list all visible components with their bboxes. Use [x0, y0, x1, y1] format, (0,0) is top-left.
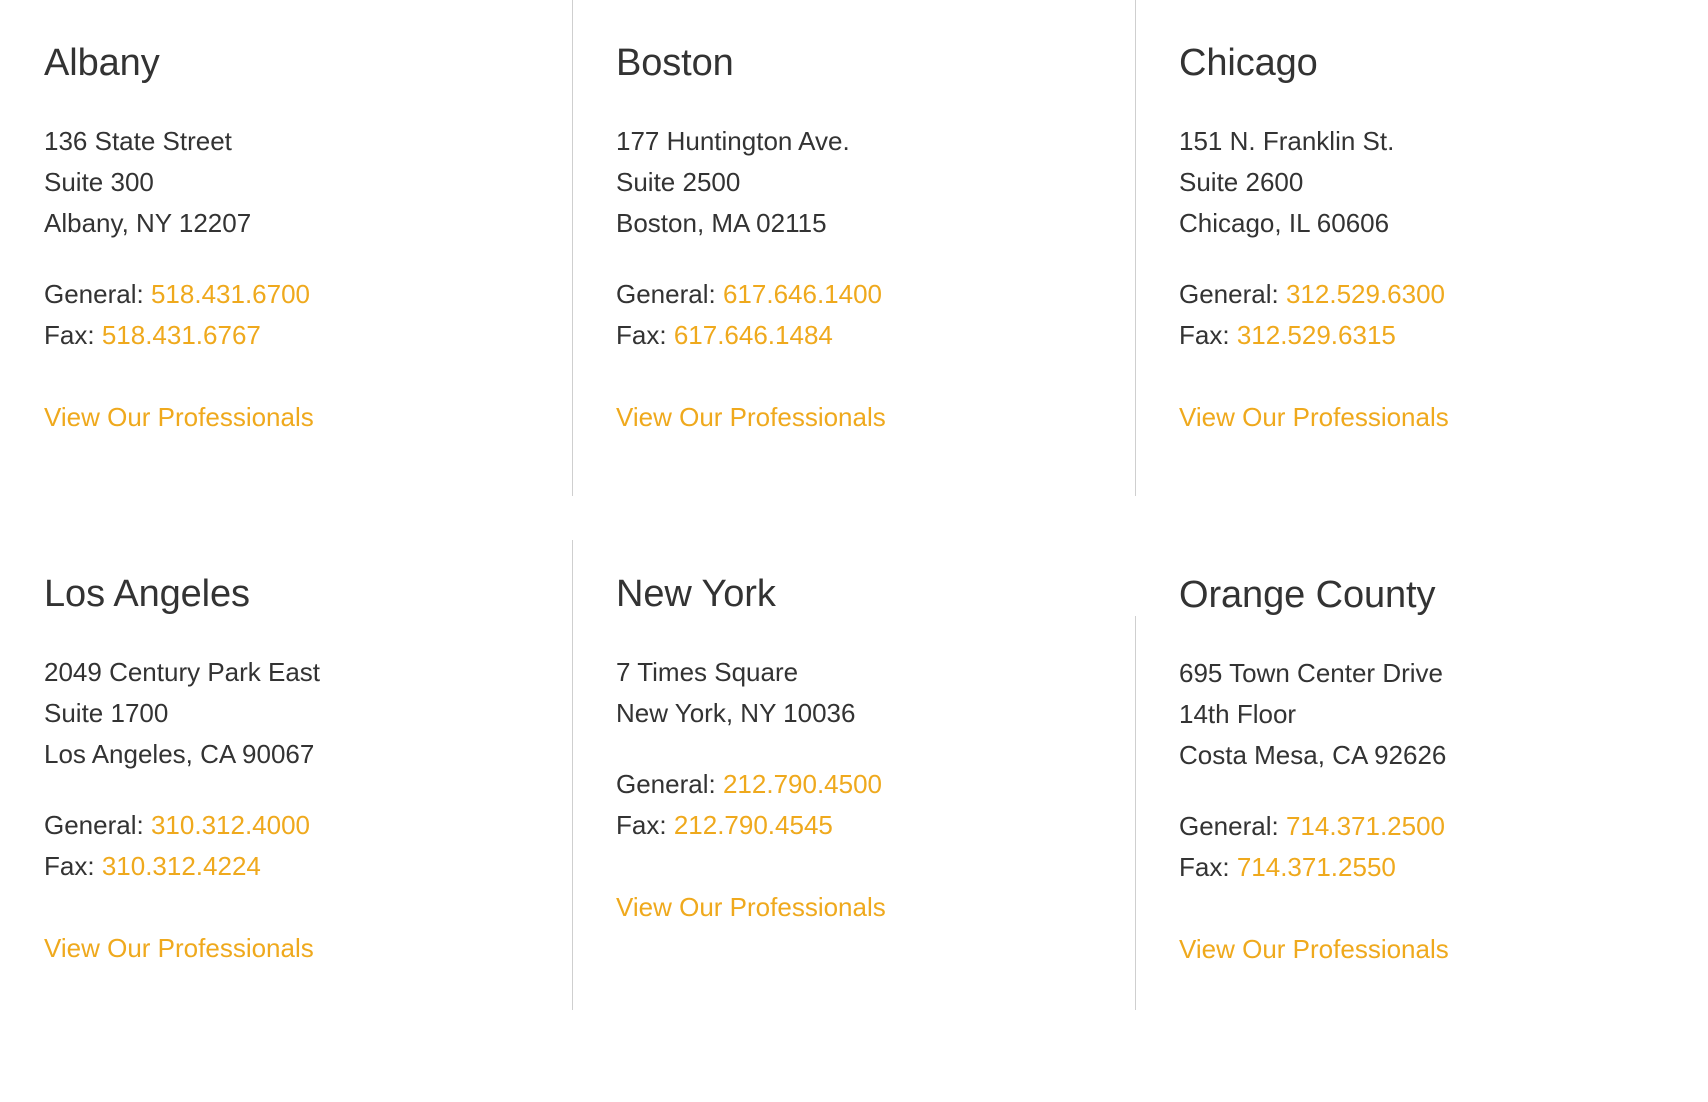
general-phone-link[interactable]: 310.312.4000	[151, 810, 310, 840]
fax-phone-line: Fax: 518.431.6767	[44, 315, 572, 356]
address-line: Chicago, IL 60606	[1179, 208, 1390, 238]
office-contact: General: 714.371.2500 Fax: 714.371.2550	[1179, 806, 1708, 888]
column-divider	[1135, 616, 1136, 1010]
fax-label: Fax:	[616, 810, 667, 840]
address-line: 136 State Street	[44, 126, 232, 156]
office-name: New York	[616, 573, 776, 615]
fax-label: Fax:	[44, 851, 95, 881]
general-phone-link[interactable]: 518.431.6700	[151, 279, 310, 309]
office-row-top: Albany 136 State Street Suite 300 Albany…	[0, 0, 1708, 540]
office-name: Los Angeles	[44, 573, 250, 615]
office-contact: General: 617.646.1400 Fax: 617.646.1484	[616, 274, 1135, 356]
office-link-wrapper: View Our Professionals	[44, 397, 572, 438]
general-label: General:	[1179, 811, 1279, 841]
office-name: Boston	[616, 42, 734, 84]
office-contact: General: 212.790.4500 Fax: 212.790.4545	[616, 764, 1135, 846]
office-address: 695 Town Center Drive 14th Floor Costa M…	[1179, 653, 1708, 776]
fax-phone-link[interactable]: 518.431.6767	[102, 320, 261, 350]
general-phone-line: General: 212.790.4500	[616, 764, 1135, 805]
address-line: Albany, NY 12207	[44, 208, 252, 238]
view-professionals-link[interactable]: View Our Professionals	[44, 397, 314, 438]
office-contact: General: 312.529.6300 Fax: 312.529.6315	[1179, 274, 1708, 356]
office-card-albany: Albany 136 State Street Suite 300 Albany…	[0, 0, 572, 540]
address-line: 151 N. Franklin St.	[1179, 126, 1395, 156]
view-professionals-link[interactable]: View Our Professionals	[44, 928, 314, 969]
office-name: Chicago	[1179, 42, 1318, 84]
fax-phone-link[interactable]: 714.371.2550	[1237, 852, 1396, 882]
office-address: 7 Times Square New York, NY 10036	[616, 652, 1135, 734]
fax-phone-line: Fax: 617.646.1484	[616, 315, 1135, 356]
general-phone-line: General: 518.431.6700	[44, 274, 572, 315]
general-label: General:	[44, 279, 144, 309]
address-line: Suite 2500	[616, 167, 741, 197]
general-phone-line: General: 310.312.4000	[44, 805, 572, 846]
office-address: 151 N. Franklin St. Suite 2600 Chicago, …	[1179, 121, 1708, 244]
general-phone-link[interactable]: 212.790.4500	[723, 769, 882, 799]
fax-phone-line: Fax: 312.529.6315	[1179, 315, 1708, 356]
address-line: Suite 300	[44, 167, 154, 197]
general-phone-line: General: 714.371.2500	[1179, 806, 1708, 847]
view-professionals-link[interactable]: View Our Professionals	[1179, 397, 1449, 438]
office-link-wrapper: View Our Professionals	[616, 397, 1135, 438]
fax-label: Fax:	[616, 320, 667, 350]
column-divider	[572, 0, 573, 496]
office-card-boston: Boston 177 Huntington Ave. Suite 2500 Bo…	[572, 0, 1135, 540]
general-phone-line: General: 312.529.6300	[1179, 274, 1708, 315]
column-divider	[572, 540, 573, 1010]
fax-phone-line: Fax: 714.371.2550	[1179, 847, 1708, 888]
address-line: Suite 2600	[1179, 167, 1304, 197]
fax-phone-link[interactable]: 312.529.6315	[1237, 320, 1396, 350]
address-line: Costa Mesa, CA 92626	[1179, 740, 1447, 770]
office-contact: General: 518.431.6700 Fax: 518.431.6767	[44, 274, 572, 356]
office-contact: General: 310.312.4000 Fax: 310.312.4224	[44, 805, 572, 887]
address-line: 7 Times Square	[616, 657, 799, 687]
office-locations-grid: Albany 136 State Street Suite 300 Albany…	[0, 0, 1708, 1102]
address-line: 695 Town Center Drive	[1179, 658, 1443, 688]
view-professionals-link[interactable]: View Our Professionals	[1179, 929, 1449, 970]
general-label: General:	[616, 279, 716, 309]
address-line: Suite 1700	[44, 698, 169, 728]
office-link-wrapper: View Our Professionals	[616, 887, 1135, 928]
office-name: Orange County	[1179, 574, 1436, 616]
office-address: 136 State Street Suite 300 Albany, NY 12…	[44, 121, 572, 244]
office-card-orange-county: Orange County 695 Town Center Drive 14th…	[1135, 540, 1708, 1102]
office-link-wrapper: View Our Professionals	[44, 928, 572, 969]
general-label: General:	[616, 769, 716, 799]
office-card-new-york: New York 7 Times Square New York, NY 100…	[572, 540, 1135, 1102]
address-line: New York, NY 10036	[616, 698, 856, 728]
office-address: 2049 Century Park East Suite 1700 Los An…	[44, 652, 572, 775]
office-name: Albany	[44, 42, 160, 84]
fax-phone-link[interactable]: 212.790.4545	[674, 810, 833, 840]
address-line: 2049 Century Park East	[44, 657, 321, 687]
office-card-los-angeles: Los Angeles 2049 Century Park East Suite…	[0, 540, 572, 1102]
general-phone-link[interactable]: 617.646.1400	[723, 279, 882, 309]
address-line: 177 Huntington Ave.	[616, 126, 850, 156]
office-card-chicago: Chicago 151 N. Franklin St. Suite 2600 C…	[1135, 0, 1708, 540]
fax-phone-link[interactable]: 617.646.1484	[674, 320, 833, 350]
address-line: Boston, MA 02115	[616, 208, 827, 238]
view-professionals-link[interactable]: View Our Professionals	[616, 397, 886, 438]
view-professionals-link[interactable]: View Our Professionals	[616, 887, 886, 928]
fax-phone-link[interactable]: 310.312.4224	[102, 851, 261, 881]
general-label: General:	[1179, 279, 1279, 309]
fax-phone-line: Fax: 310.312.4224	[44, 846, 572, 887]
general-label: General:	[44, 810, 144, 840]
fax-label: Fax:	[1179, 320, 1230, 350]
fax-label: Fax:	[1179, 852, 1230, 882]
office-row-bottom: Los Angeles 2049 Century Park East Suite…	[0, 540, 1708, 1102]
column-divider	[1135, 0, 1136, 496]
fax-phone-line: Fax: 212.790.4545	[616, 805, 1135, 846]
office-link-wrapper: View Our Professionals	[1179, 397, 1708, 438]
office-address: 177 Huntington Ave. Suite 2500 Boston, M…	[616, 121, 1135, 244]
general-phone-link[interactable]: 714.371.2500	[1286, 811, 1445, 841]
general-phone-line: General: 617.646.1400	[616, 274, 1135, 315]
fax-label: Fax:	[44, 320, 95, 350]
general-phone-link[interactable]: 312.529.6300	[1286, 279, 1445, 309]
address-line: 14th Floor	[1179, 699, 1297, 729]
address-line: Los Angeles, CA 90067	[44, 739, 315, 769]
office-link-wrapper: View Our Professionals	[1179, 929, 1708, 970]
